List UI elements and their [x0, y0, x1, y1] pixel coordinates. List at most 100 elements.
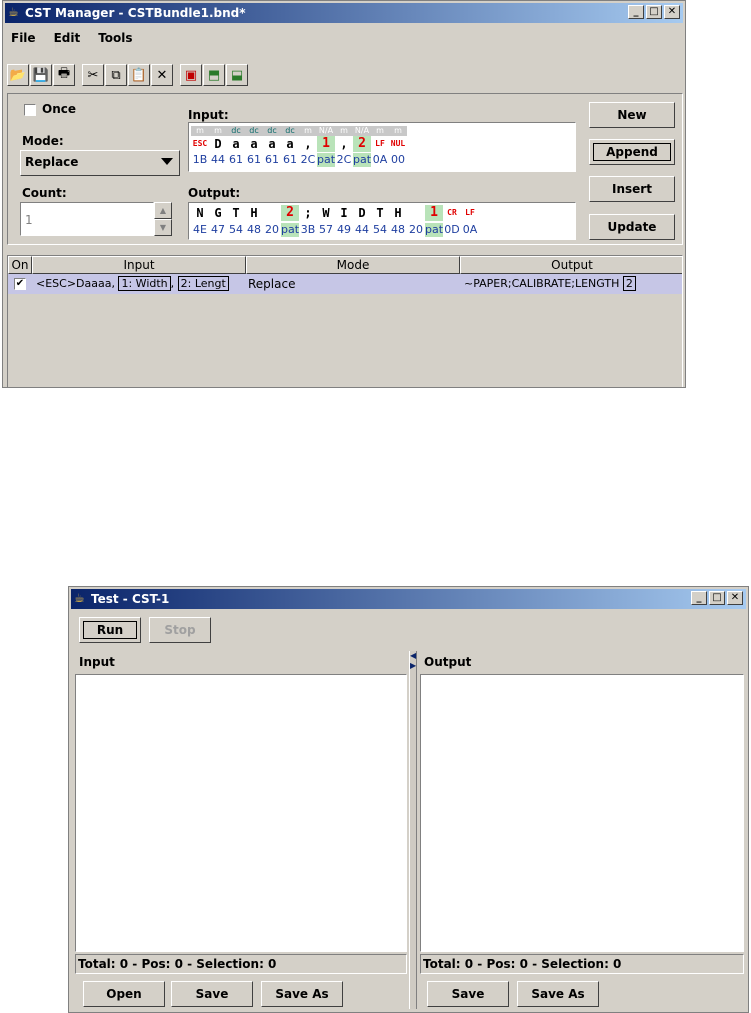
update-button[interactable]: Update: [589, 214, 675, 240]
input-char: a: [232, 137, 240, 151]
row-input-cell: <ESC>Daaaa, 1: Width, 2: Lengt: [36, 274, 246, 294]
output-char: H: [394, 206, 402, 220]
row-input-prefix: <ESC>Daaaa,: [36, 277, 115, 290]
append-button[interactable]: Append: [589, 139, 675, 165]
output-char: T: [376, 206, 384, 220]
cst-manager-window: ☕ CST Manager - CSTBundle1.bnd* _ □ ✕ Fi…: [2, 0, 686, 388]
output-char: LF: [465, 208, 475, 217]
row-output-text: ~PAPER;CALIBRATE;LENGTH: [464, 277, 620, 290]
open-icon[interactable]: 📂: [7, 64, 29, 86]
test-icon[interactable]: ▣: [180, 64, 202, 86]
spin-down-icon[interactable]: ▼: [154, 219, 172, 236]
input-tag: N/A: [317, 126, 335, 136]
mode-dropdown[interactable]: Replace: [20, 150, 180, 176]
output-char: ;: [304, 206, 312, 220]
input-tag: m: [299, 126, 317, 136]
output-pattern-char: 2: [281, 205, 299, 221]
once-checkbox[interactable]: [24, 104, 36, 116]
output-char: I: [340, 206, 348, 220]
col-header-output[interactable]: Output: [460, 256, 682, 274]
input-char: NUL: [390, 139, 406, 148]
input-char: a: [250, 137, 258, 151]
cst-title-bar[interactable]: ☕ CST Manager - CSTBundle1.bnd* _ □ ✕: [5, 3, 683, 23]
col-header-mode[interactable]: Mode: [246, 256, 460, 274]
paste-icon[interactable]: 📋: [128, 64, 150, 86]
output-sequence-view[interactable]: N G T H 2 ; W I D T H 1 CR LF 4E 47 54 4…: [188, 202, 576, 240]
output-char: [407, 205, 425, 221]
input-hex: pat: [317, 153, 335, 167]
input-hex: 61: [283, 153, 297, 166]
editor-panel: Once Mode: Replace Count: 1 ▲ ▼ Input: m…: [7, 93, 683, 245]
col-header-on[interactable]: On: [8, 256, 32, 274]
test-window: ☕ Test - CST-1 _ □ ✕ Run Stop Input Tota…: [68, 586, 749, 1013]
input-tag: dc: [281, 126, 299, 136]
export-icon[interactable]: ⬓: [226, 64, 248, 86]
input-tag: N/A: [353, 126, 371, 136]
test-title-bar[interactable]: ☕ Test - CST-1 _ □ ✕: [71, 589, 746, 609]
table-row[interactable]: ✔ <ESC>Daaaa, 1: Width, 2: Lengt Replace…: [8, 274, 682, 294]
input-char: ,: [304, 137, 312, 151]
minimize-button[interactable]: _: [691, 591, 707, 605]
minimize-button[interactable]: _: [628, 5, 644, 19]
test-output-area[interactable]: [420, 674, 744, 952]
menu-tools[interactable]: Tools: [94, 28, 136, 50]
row-input-pattern-2: 2: Lengt: [177, 276, 229, 291]
input-tag: m: [209, 126, 227, 136]
input-hex: 2C: [300, 153, 316, 166]
input-save-as-button[interactable]: Save As: [261, 981, 343, 1007]
row-enabled-checkbox[interactable]: ✔: [14, 278, 26, 290]
output-save-button[interactable]: Save: [427, 981, 509, 1007]
toolbar: 📂 💾 🖶 ✂ ⧉ 📋 ✕ ▣ ⬒ ⬓: [7, 61, 248, 89]
input-hex-row: 1B 44 61 61 61 61 2C pat 2C pat 0A 00: [191, 153, 407, 167]
test-input-area[interactable]: [75, 674, 407, 952]
pane-splitter[interactable]: ◀ ▶: [409, 651, 417, 1009]
count-field[interactable]: 1: [20, 202, 154, 236]
import-icon[interactable]: ⬒: [203, 64, 225, 86]
output-char: W: [322, 206, 330, 220]
delete-icon[interactable]: ✕: [151, 64, 173, 86]
insert-button[interactable]: Insert: [589, 176, 675, 202]
mode-value: Replace: [25, 155, 79, 169]
count-value: 1: [25, 213, 33, 227]
input-tag: m: [335, 126, 353, 136]
row-on-cell: ✔: [8, 274, 32, 294]
spin-up-icon[interactable]: ▲: [154, 202, 172, 219]
close-button[interactable]: ✕: [664, 5, 680, 19]
output-pane-header: Output: [424, 655, 472, 669]
input-tag: m: [371, 126, 389, 136]
save-icon[interactable]: 💾: [30, 64, 52, 86]
input-char: a: [268, 137, 276, 151]
output-hex: pat: [425, 223, 443, 237]
maximize-button[interactable]: □: [646, 5, 662, 19]
input-save-button[interactable]: Save: [171, 981, 253, 1007]
menu-edit[interactable]: Edit: [50, 28, 85, 50]
stop-button[interactable]: Stop: [149, 617, 211, 643]
new-button[interactable]: New: [589, 102, 675, 128]
collapse-left-icon[interactable]: ◀: [410, 651, 416, 660]
output-char: N: [196, 206, 204, 220]
print-icon[interactable]: 🖶: [53, 64, 75, 86]
menu-file[interactable]: File: [7, 28, 40, 50]
input-sequence-view[interactable]: m m dc dc dc dc m N/A m N/A m m ESC D a …: [188, 122, 576, 172]
java-cup-icon: ☕: [74, 591, 85, 605]
row-input-separator: ,: [170, 277, 175, 290]
close-button[interactable]: ✕: [727, 591, 743, 605]
input-char: a: [286, 137, 294, 151]
input-hex: 61: [265, 153, 279, 166]
java-cup-icon: ☕: [8, 5, 19, 19]
input-tag: dc: [245, 126, 263, 136]
input-open-button[interactable]: Open: [83, 981, 165, 1007]
run-button[interactable]: Run: [79, 617, 141, 643]
output-char: CR: [447, 208, 457, 217]
count-label: Count:: [22, 186, 67, 200]
copy-icon[interactable]: ⧉: [105, 64, 127, 86]
cut-icon[interactable]: ✂: [82, 64, 104, 86]
input-char: ,: [340, 137, 348, 151]
collapse-right-icon[interactable]: ▶: [410, 661, 416, 670]
col-header-input[interactable]: Input: [32, 256, 246, 274]
output-save-as-button[interactable]: Save As: [517, 981, 599, 1007]
input-hex: 1B: [192, 153, 208, 166]
input-hex: pat: [353, 153, 371, 167]
maximize-button[interactable]: □: [709, 591, 725, 605]
input-hex: 2C: [336, 153, 352, 166]
